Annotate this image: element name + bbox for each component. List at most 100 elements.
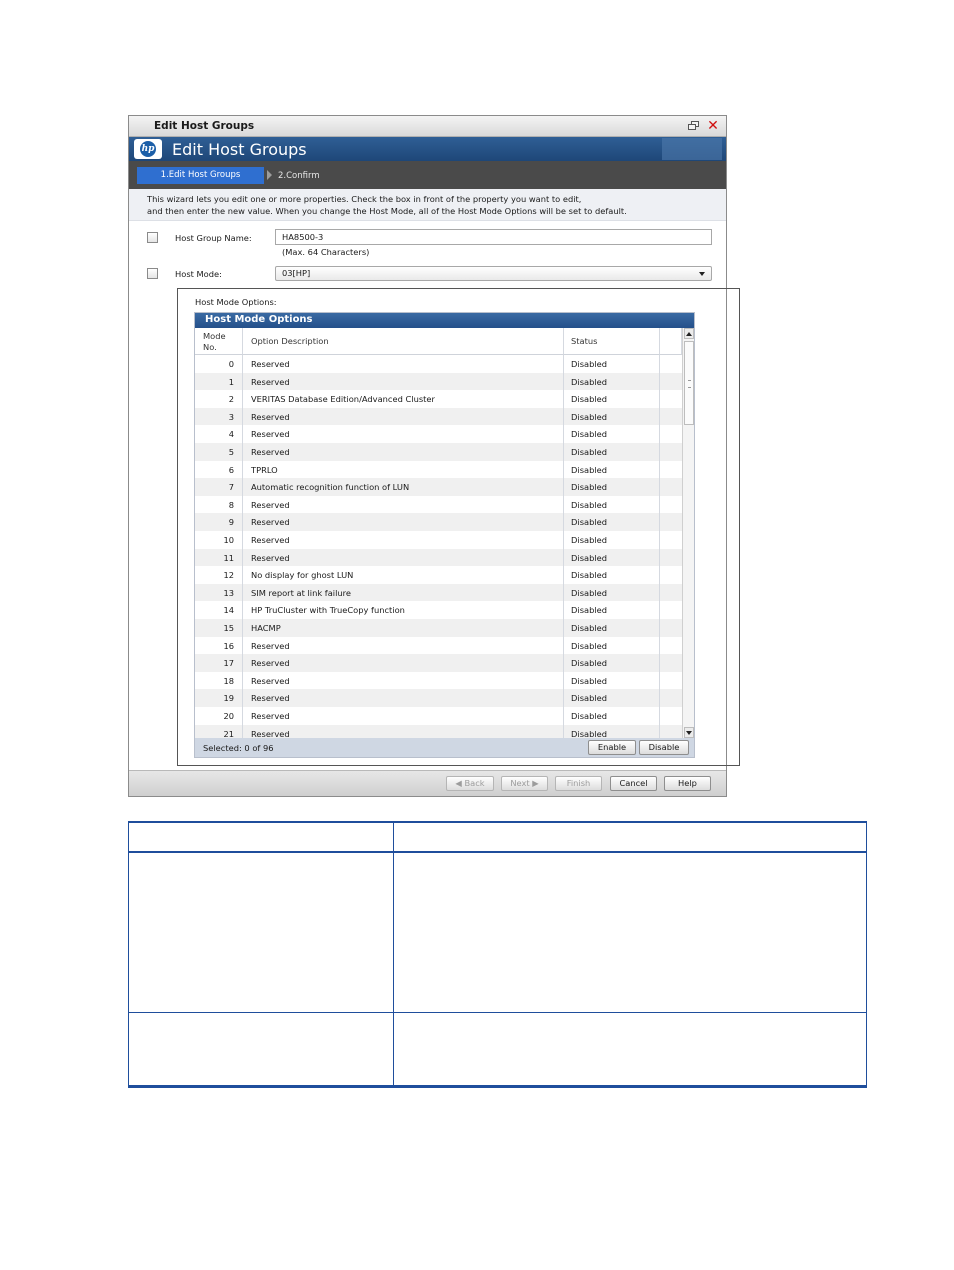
table-row[interactable]: 20 Reserved Disabled	[195, 707, 682, 725]
table-row[interactable]: 21 Reserved Disabled	[195, 724, 682, 738]
host-group-name-input[interactable]	[275, 229, 712, 245]
restore-window-icon[interactable]	[687, 120, 701, 133]
vertical-scrollbar[interactable]	[682, 328, 694, 738]
status-cell: Disabled	[564, 583, 660, 602]
table-row[interactable]: 18 Reserved Disabled	[195, 671, 682, 690]
status-cell: Disabled	[564, 513, 660, 531]
window-titlebar[interactable]: Edit Host Groups ✕	[129, 116, 726, 137]
status-cell: Disabled	[564, 566, 660, 584]
table-top-rule	[128, 821, 867, 823]
next-button[interactable]: Next ▶	[501, 776, 548, 791]
table-footer: Selected: 0 of 96 Enable Disable	[195, 738, 694, 757]
option-description-cell: TPRLO	[243, 460, 564, 479]
status-cell: Disabled	[564, 390, 660, 408]
column-header-status[interactable]: Status	[564, 328, 660, 355]
hp-logo: hp	[134, 139, 162, 159]
status-cell: Disabled	[564, 601, 660, 619]
table-row[interactable]: 13 SIM report at link failure Disabled	[195, 583, 682, 602]
table-row[interactable]: 2 VERITAS Database Edition/Advanced Clust…	[195, 390, 682, 408]
table-row[interactable]: 10 Reserved Disabled	[195, 531, 682, 549]
mode-number-cell: 19	[195, 689, 243, 707]
table-row[interactable]: 14 HP TruCluster with TrueCopy function Di…	[195, 601, 682, 619]
table-row[interactable]: 15 HACMP Disabled	[195, 619, 682, 637]
option-description-cell: Reserved	[243, 548, 564, 567]
host-group-name-label: Host Group Name:	[175, 233, 252, 243]
scroll-up-icon[interactable]	[684, 328, 694, 339]
banner-decoration	[662, 138, 722, 160]
status-cell: Disabled	[564, 707, 660, 725]
scroll-down-icon[interactable]	[684, 727, 694, 738]
scroll-thumb[interactable]	[684, 341, 694, 425]
status-cell: Disabled	[564, 478, 660, 496]
instructions-line-1: This wizard lets you edit one or more pr…	[147, 194, 582, 204]
selected-count: Selected: 0 of 96	[203, 743, 274, 753]
status-cell: Disabled	[564, 619, 660, 637]
table-row[interactable]: 6 TPRLO Disabled	[195, 460, 682, 479]
mode-number-cell: 17	[195, 654, 243, 672]
table-row[interactable]: 4 Reserved Disabled	[195, 425, 682, 443]
mode-number-cell: 7	[195, 478, 243, 496]
host-mode-options-table: Host Mode Options Mode No. Option Descri…	[194, 312, 695, 758]
chevron-down-icon	[699, 272, 705, 276]
mode-number-cell: 5	[195, 443, 243, 461]
column-header-option-description[interactable]: Option Description	[243, 328, 564, 355]
table-row[interactable]: 12 No display for ghost LUN Disabled	[195, 566, 682, 584]
status-cell: Disabled	[564, 407, 660, 426]
step-edit-host-groups[interactable]: 1.Edit Host Groups	[137, 167, 264, 184]
host-mode-checkbox[interactable]	[147, 268, 158, 279]
table-row[interactable]: 0 Reserved Disabled	[195, 355, 682, 373]
mode-number-cell: 6	[195, 460, 243, 479]
enable-button[interactable]: Enable	[588, 740, 636, 755]
window-title: Edit Host Groups	[154, 120, 255, 132]
status-cell: Disabled	[564, 724, 660, 738]
mode-number-cell: 2	[195, 390, 243, 408]
option-description-cell: Reserved	[243, 513, 564, 531]
status-cell: Disabled	[564, 654, 660, 672]
option-description-cell: Reserved	[243, 724, 564, 738]
option-description-cell: Automatic recognition function of LUN	[243, 478, 564, 496]
step-confirm: 2.Confirm	[278, 171, 320, 181]
status-cell: Disabled	[564, 495, 660, 514]
mode-number-cell: 20	[195, 707, 243, 725]
help-button[interactable]: Help	[664, 776, 711, 791]
table-row[interactable]: 8 Reserved Disabled	[195, 495, 682, 514]
table-row[interactable]: 3 Reserved Disabled	[195, 407, 682, 426]
host-mode-select[interactable]: 03[HP]	[275, 266, 712, 281]
wizard-footer: ◀ Back Next ▶ Finish Cancel Help	[129, 770, 726, 796]
option-description-cell: Reserved	[243, 407, 564, 426]
mode-number-cell: 12	[195, 566, 243, 584]
option-description-cell: Reserved	[243, 355, 564, 373]
close-icon[interactable]: ✕	[706, 119, 720, 133]
column-header-mode-no[interactable]: Mode No.	[195, 328, 243, 355]
status-cell: Disabled	[564, 460, 660, 479]
host-group-name-checkbox[interactable]	[147, 232, 158, 243]
table-row[interactable]: 19 Reserved Disabled	[195, 689, 682, 707]
next-arrow-icon: ▶	[529, 778, 539, 788]
table-row[interactable]: 5 Reserved Disabled	[195, 443, 682, 461]
table-left-border	[128, 821, 129, 1088]
option-description-cell: HACMP	[243, 619, 564, 637]
table-row[interactable]: 16 Reserved Disabled	[195, 636, 682, 655]
mode-number-cell: 15	[195, 619, 243, 637]
table-row[interactable]: 17 Reserved Disabled	[195, 654, 682, 672]
option-description-cell: HP TruCluster with TrueCopy function	[243, 601, 564, 619]
status-cell: Disabled	[564, 443, 660, 461]
finish-button[interactable]: Finish	[555, 776, 602, 791]
table-row[interactable]: 9 Reserved Disabled	[195, 513, 682, 531]
cancel-button[interactable]: Cancel	[610, 776, 657, 791]
table-row[interactable]: 7 Automatic recognition function of LUN Di…	[195, 478, 682, 496]
option-description-cell: Reserved	[243, 425, 564, 443]
table-right-border	[866, 821, 867, 1088]
disable-button[interactable]: Disable	[639, 740, 689, 755]
option-description-cell: SIM report at link failure	[243, 583, 564, 602]
option-description-cell: Reserved	[243, 531, 564, 549]
table-row[interactable]: 11 Reserved Disabled	[195, 548, 682, 567]
mode-number-cell: 14	[195, 601, 243, 619]
table-bottom-rule	[128, 1085, 867, 1088]
host-mode-options-panel: Host Mode Options: Host Mode Options Mod…	[177, 288, 740, 766]
table-body: 0 Reserved Disabled 1 Reserved Disabled 2 VERIT…	[195, 355, 682, 738]
status-cell: Disabled	[564, 689, 660, 707]
table-row[interactable]: 1 Reserved Disabled	[195, 372, 682, 391]
back-button[interactable]: ◀ Back	[446, 776, 494, 791]
mode-number-cell: 11	[195, 548, 243, 567]
